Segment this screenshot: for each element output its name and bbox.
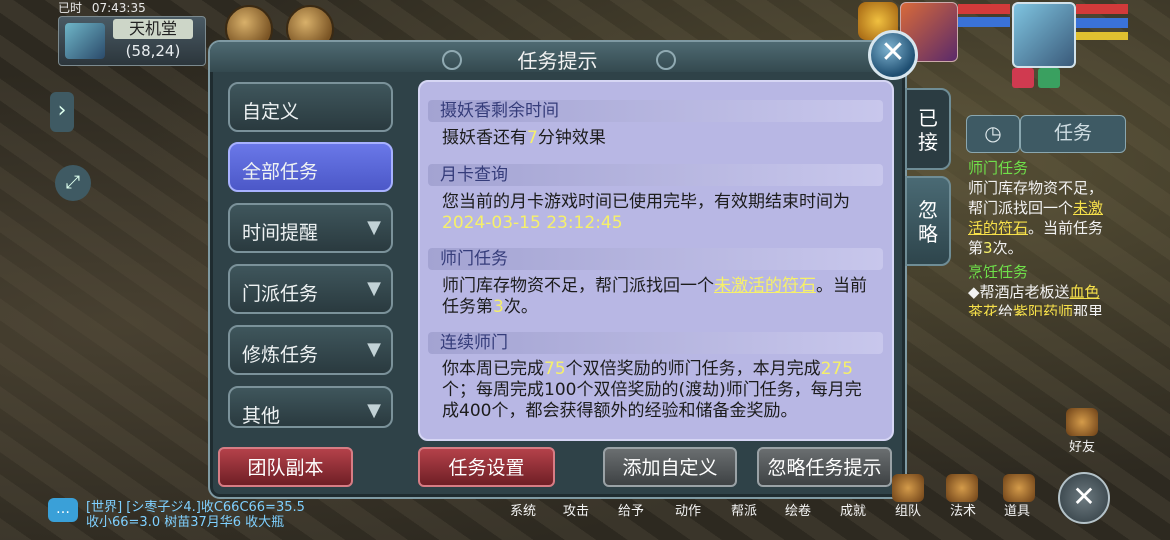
player-avatar[interactable] [1012,2,1076,68]
title-ornament-right-icon [656,50,676,70]
category-training-tasks[interactable]: 修炼任务 ▼ [228,325,393,375]
category-time-reminder[interactable]: 时间提醒 ▼ [228,203,393,253]
menu-system[interactable]: 系统 [510,500,536,519]
location-name: 天机堂 [113,19,193,39]
entry-body: 师门库存物资不足，帮门派找回一个未激活的符石。当前任务第3次。 [442,276,867,317]
chevron-down-icon: ▼ [367,400,381,421]
clock-time: 07:43:35 [91,1,146,15]
side-task-2-body: ◆帮酒店老板送血色茶花给紫阳药师那里 [968,283,1104,316]
friends-button[interactable]: 好友 [1060,408,1104,455]
menu-scroll[interactable]: 绘卷 [785,500,811,519]
dialog-title: 任务提示 [517,49,598,73]
location-coords: (58,24) [125,42,181,60]
team-dungeon-button[interactable]: 团队副本 [218,447,353,487]
close-menu-icon[interactable]: ✕ [1058,472,1110,524]
inventory-icon [1003,474,1035,502]
tab-ignored[interactable]: 忽略 [905,176,951,266]
heart-buff-icon[interactable] [1012,68,1034,88]
ignore-hints-button[interactable]: 忽略任务提示 [757,447,892,487]
entry-body: 您当前的月卡游戏时间已使用完毕，有效期结束时间为2024-03-15 23:12… [442,192,850,233]
category-all-tasks[interactable]: 全部任务 [228,142,393,192]
category-custom[interactable]: 自定义 [228,82,393,132]
tab-accepted[interactable]: 已接 [905,88,951,170]
task-hint-list[interactable]: 摄妖香剩余时间 摄妖香还有7分钟效果 月卡查询 您当前的月卡游戏时间已使用完毕，… [418,80,894,441]
menu-spell[interactable]: 法术 [950,500,976,519]
timer-button[interactable]: ◷ [966,115,1020,153]
chat-line: 收小66=3.0 树苗37月华6 收大瓶 [86,515,285,530]
expand-arrow-icon[interactable]: › [50,92,74,132]
chat-log[interactable]: [世界] [シ枣子ジ4.]收C66C66=35.5 收小66=3.0 树苗37月… [86,500,426,530]
menu-give[interactable]: 给予 [618,500,644,519]
player-hp-bar [1076,4,1128,14]
add-custom-button[interactable]: 添加自定义 [603,447,737,487]
player-sp-bar [1076,32,1128,40]
handshake-icon [1066,408,1098,436]
close-icon[interactable]: ✕ [868,30,918,80]
category-sect-tasks[interactable]: 门派任务 ▼ [228,264,393,314]
target-hp-bar [958,4,1010,14]
player-mp-bar [1076,18,1128,28]
menu-items[interactable]: 道具 [1004,500,1030,519]
menu-attack[interactable]: 攻击 [563,500,589,519]
entry-title: 月卡查询 [428,164,883,186]
side-task-1[interactable]: 师门任务 师门库存物资不足，帮门派找回一个未激活的符石。当前任务第3次。 [968,158,1113,258]
rune-link[interactable]: 未激活的符石 [714,276,816,296]
side-task-1-title: 师门任务 [968,159,1029,177]
chevron-down-icon: ▼ [367,339,381,360]
task-settings-button[interactable]: 任务设置 [418,447,555,487]
menu-achievement[interactable]: 成就 [840,500,866,519]
chat-line: [世界] [シ枣子ジ4.]收C66C66=35.5 [86,500,305,515]
time-period: 已时 [58,1,83,15]
entry-body: 你本周已完成75个双倍奖励的师门任务，本月完成275个；每周完成100个双倍奖励… [442,359,862,421]
side-task-button[interactable]: 任务 [1020,115,1126,153]
entry-body: 摄妖香还有7分钟效果 [442,128,606,148]
side-task-1-body: 师门库存物资不足，帮门派找回一个未激活的符石。当前任务第3次。 [968,179,1104,257]
chevron-down-icon: ▼ [367,278,381,299]
side-task-2[interactable]: 烹饪任务 ◆帮酒店老板送血色茶花给紫阳药师那里 [968,262,1113,316]
buff-icon[interactable] [1038,68,1060,88]
minimap[interactable]: 天机堂 (58,24) [58,16,206,66]
clock-readout: 已时 07:43:35 [58,0,152,16]
side-task-2-title: 烹饪任务 [968,263,1029,281]
entry-title: 师门任务 [428,248,883,270]
entry-title: 连续师门 [428,332,883,354]
category-other[interactable]: 其他 ▼ [228,386,393,428]
team-icon [892,474,924,502]
clock-icon: ◷ [984,121,1002,145]
chat-bubble-icon[interactable]: … [48,498,78,522]
menu-team[interactable]: 组队 [895,500,921,519]
fullscreen-icon[interactable]: ⤢ [55,165,91,201]
menu-action[interactable]: 动作 [675,500,701,519]
target-mp-bar [958,17,1010,27]
entry-title: 摄妖香剩余时间 [428,100,883,122]
chevron-down-icon: ▼ [367,217,381,238]
spell-icon [946,474,978,502]
map-icon [65,23,105,59]
menu-guild[interactable]: 帮派 [731,500,757,519]
